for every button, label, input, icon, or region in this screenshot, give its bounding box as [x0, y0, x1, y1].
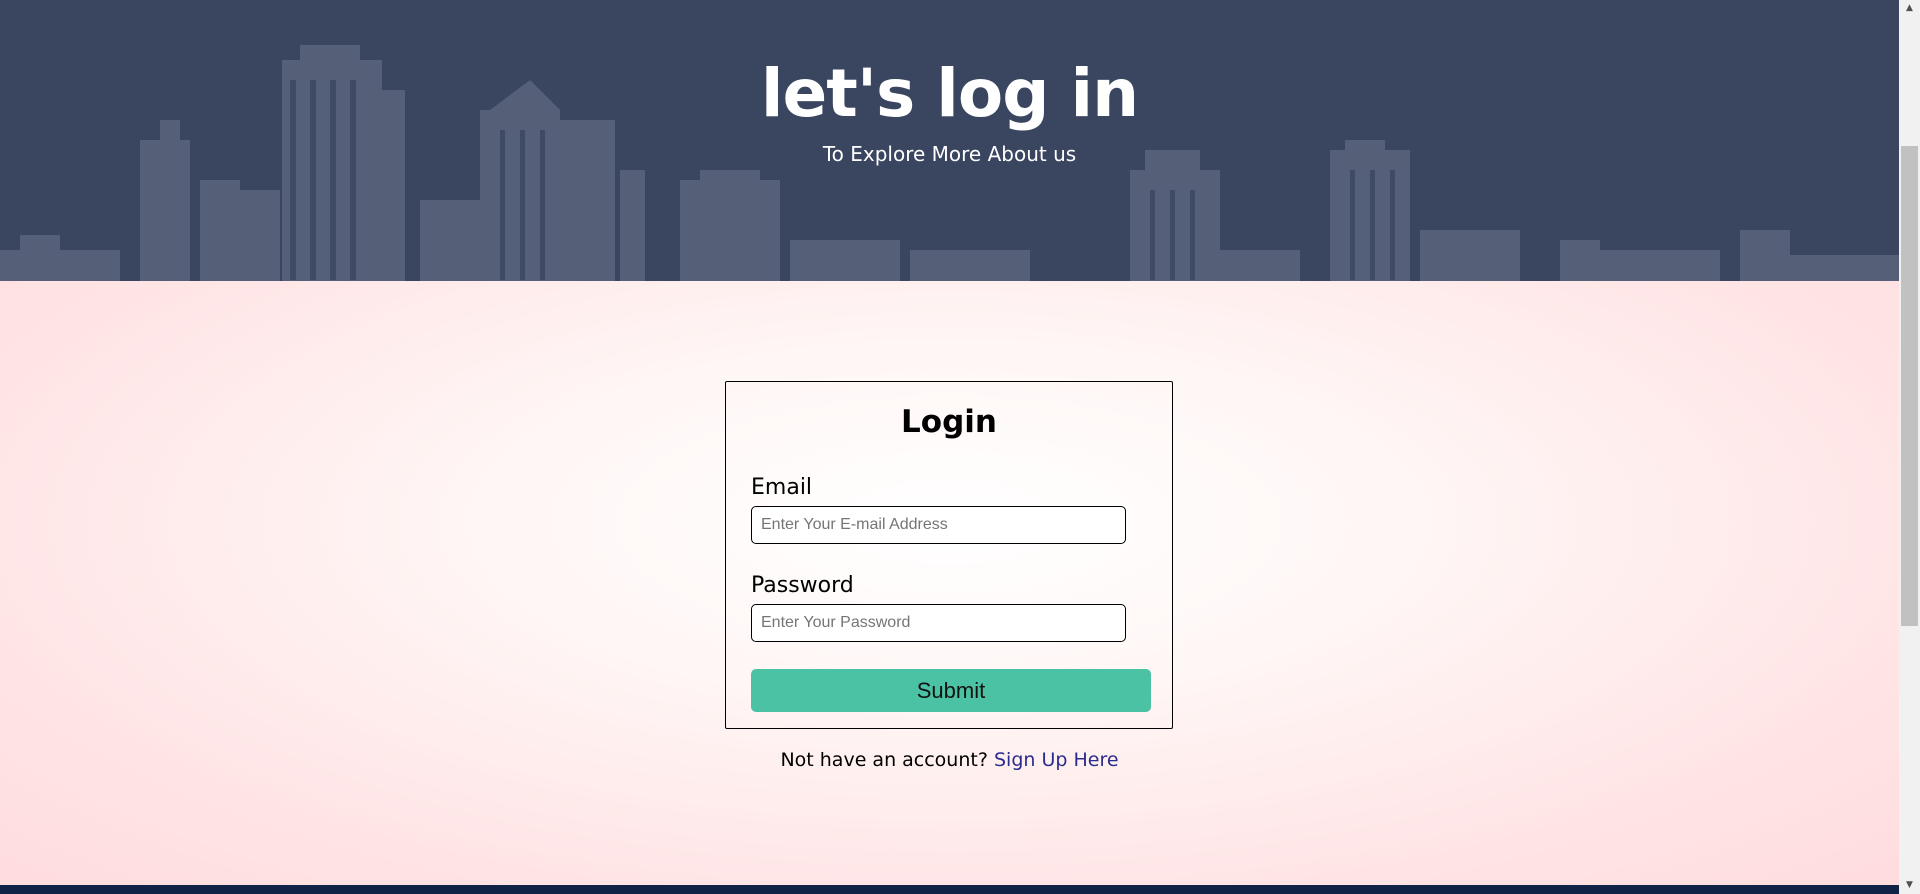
scroll-up-icon[interactable]: ▲	[1899, 0, 1920, 17]
login-form: Login Email Enter Your E-mail Address Pa…	[725, 381, 1173, 729]
login-page: let's log in To Explore More About us Lo…	[0, 0, 1920, 894]
submit-button[interactable]: Submit	[751, 669, 1151, 712]
email-field[interactable]: Enter Your E-mail Address	[751, 506, 1126, 544]
scrollbar-thumb[interactable]	[1901, 146, 1918, 626]
main-content: Login Email Enter Your E-mail Address Pa…	[0, 281, 1899, 885]
login-form-title: Login	[901, 404, 997, 440]
password-label: Password	[751, 573, 854, 598]
scroll-down-icon[interactable]: ▼	[1899, 877, 1920, 894]
footer-bar	[0, 885, 1899, 894]
signup-prompt-line: Not have an account? Sign Up Here	[0, 745, 1899, 775]
signup-prompt: Not have an account?	[780, 749, 988, 771]
page-subtitle: To Explore More About us	[822, 142, 1077, 166]
page-title: let's log in	[760, 55, 1139, 132]
signup-link[interactable]: Sign Up Here	[994, 749, 1119, 771]
vertical-scrollbar[interactable]: ▲ ▼	[1899, 0, 1920, 894]
password-field[interactable]: Enter Your Password	[751, 604, 1126, 642]
hero-banner: let's log in To Explore More About us	[0, 0, 1899, 281]
email-label: Email	[751, 475, 813, 500]
